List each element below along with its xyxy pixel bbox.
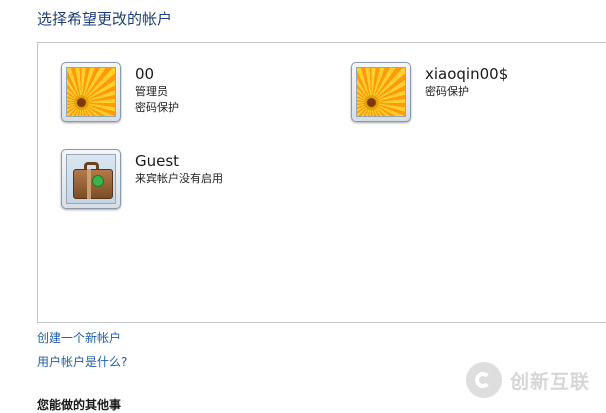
suitcase-picture (66, 154, 116, 204)
account-name: xiaoqin00$ (425, 65, 509, 83)
account-tile-00[interactable]: 00 管理员 密码保护 (61, 62, 179, 122)
account-password-status: 密码保护 (425, 85, 469, 98)
account-type: 管理员 (135, 85, 168, 98)
account-tile-guest[interactable]: Guest 来宾帐户没有启用 (61, 149, 223, 209)
avatar (61, 149, 121, 209)
watermark-logo-icon (466, 362, 502, 398)
account-name: Guest (135, 152, 180, 170)
accounts-panel: 00 管理员 密码保护 xiaoqin00$ 密码保护 Guest 来宾帐户没有… (37, 42, 606, 323)
account-status: 来宾帐户没有启用 (135, 172, 223, 185)
what-is-account-link[interactable]: 用户帐户是什么? (37, 353, 127, 370)
flower-picture (356, 67, 406, 117)
watermark: 创新互联 (466, 362, 590, 398)
account-tile-xiaoqin00[interactable]: xiaoqin00$ 密码保护 (351, 62, 508, 122)
create-account-link[interactable]: 创建一个新帐户 (37, 329, 121, 346)
account-password-status: 密码保护 (135, 101, 179, 114)
avatar (351, 62, 411, 122)
flower-picture (66, 67, 116, 117)
account-name: 00 (135, 65, 155, 83)
avatar (61, 62, 121, 122)
watermark-text: 创新互联 (510, 370, 591, 393)
page-title: 选择希望更改的帐户 (37, 10, 173, 28)
other-tasks-heading: 您能做的其他事 (37, 398, 122, 412)
